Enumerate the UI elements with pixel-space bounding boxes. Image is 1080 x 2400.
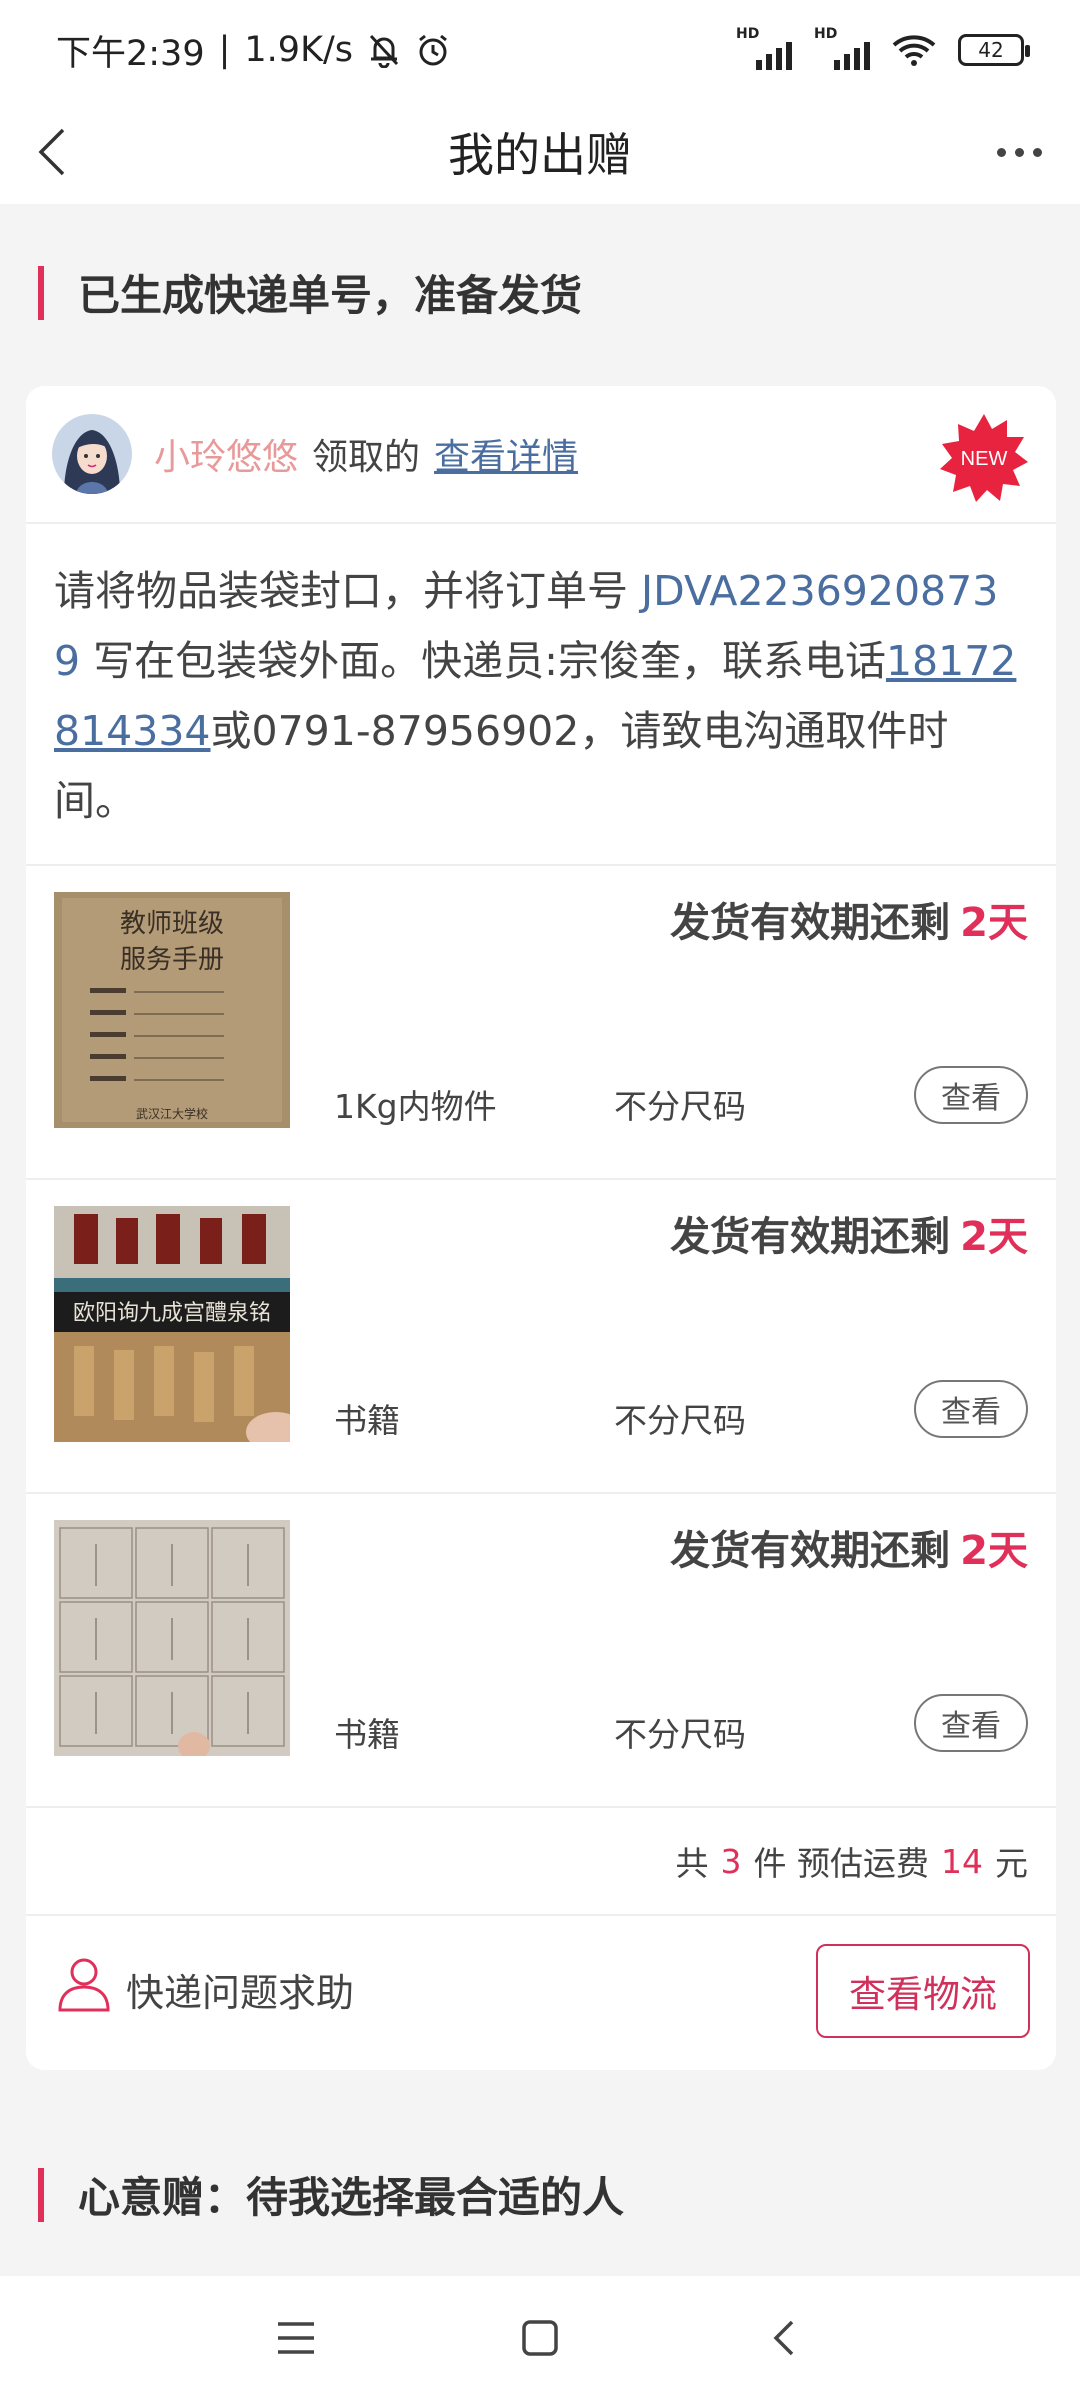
card-header: 小玲悠悠 领取的 查看详情 NEW [26,386,1056,524]
list-item[interactable]: 发货有效期还剩 2天 书籍 不分尺码 查看 [26,1494,1056,1808]
svg-text:教师班级: 教师班级 [120,909,224,939]
section-accent-bar [38,265,44,320]
receiver-name[interactable]: 小玲悠悠 [154,428,298,480]
item-thumbnail[interactable]: 欧阳询九成宫醴泉铭 [54,1206,290,1442]
shipping-instruction: 请将物品装袋封口，并将订单号 JDVA22369208739 写在包装袋外面。快… [26,524,1056,866]
item-size: 不分尺码 [614,1715,746,1754]
alarm-icon [419,34,447,66]
status-time: 下午2:39 [56,33,205,74]
wifi-icon [892,35,936,66]
svg-text:服务手册: 服务手册 [120,945,224,975]
view-item-button[interactable]: 查看 [914,1066,1028,1124]
shipping-deadline: 发货有效期还剩 2天 [670,900,1028,946]
item-category: 书籍 [334,1401,400,1440]
more-dots-icon[interactable] [984,130,1054,174]
signal-icon: HD [736,26,792,70]
view-logistics-button[interactable]: 查看物流 [816,1944,1030,2038]
status-bar: 下午2:39 | 1.9K/s HD HD 42 [0,0,1080,100]
battery-icon: 42 [958,34,1030,66]
section-header-pending: 心意赠：待我选择最合适的人 [38,2164,624,2225]
svg-text:武汉江大学校: 武汉江大学校 [136,1106,208,1121]
network-speed: 1.9K/s [244,30,354,70]
order-summary: 共 3 件 预估运费 14 元 [26,1808,1056,1916]
page-title: 我的出赠 [448,128,632,182]
shipping-deadline: 发货有效期还剩 2天 [670,1528,1028,1574]
user-icon[interactable] [56,1954,112,2014]
nav-bar: 我的出赠 [0,100,1080,204]
help-row: 快递问题求助 查看物流 [26,1916,1056,2070]
signal-icon: HD [814,26,870,70]
home-icon[interactable] [510,2308,570,2368]
svg-text:NEW: NEW [961,448,1008,470]
back-arrow-icon[interactable] [22,120,82,184]
view-item-button[interactable]: 查看 [914,1694,1028,1752]
item-size: 不分尺码 [614,1401,746,1440]
avatar[interactable] [52,414,132,494]
view-item-button[interactable]: 查看 [914,1380,1028,1438]
menu-icon[interactable] [266,2308,326,2368]
courier-help-link[interactable]: 快递问题求助 [126,1962,354,2017]
item-thumbnail[interactable]: 教师班级 服务手册 武汉江大学校 [54,892,290,1128]
item-size: 不分尺码 [614,1087,746,1126]
item-thumbnail[interactable] [54,1520,290,1756]
shipping-deadline: 发货有效期还剩 2天 [670,1214,1028,1260]
system-nav-bar [0,2276,1080,2400]
mute-bell-icon [369,34,399,68]
svg-text:欧阳询九成宫醴泉铭: 欧阳询九成宫醴泉铭 [73,1301,271,1326]
order-card: 小玲悠悠 领取的 查看详情 NEW 请将物品装袋封口，并将订单号 JDVA223… [26,386,1056,2070]
section-header-shipping: 已生成快递单号，准备发货 [38,262,582,323]
back-icon[interactable] [754,2308,814,2368]
section-accent-bar [38,2167,44,2222]
item-count: 3 [720,1841,742,1881]
view-details-link[interactable]: 查看详情 [434,428,578,480]
received-label: 领取的 [312,437,421,478]
section-title: 已生成快递单号，准备发货 [78,271,583,320]
new-badge: NEW [940,414,1028,502]
shipping-fee: 14 [941,1841,983,1881]
section-title: 心意赠：待我选择最合适的人 [78,2173,625,2222]
list-item[interactable]: 教师班级 服务手册 武汉江大学校 发货有效期还剩 2天 1Kg内物件 不分尺码 查… [26,866,1056,1180]
item-category: 1Kg内物件 [334,1087,497,1126]
list-item[interactable]: 欧阳询九成宫醴泉铭 发货有效期还剩 2天 书籍 不分尺码 查看 [26,1180,1056,1494]
item-category: 书籍 [334,1715,400,1754]
